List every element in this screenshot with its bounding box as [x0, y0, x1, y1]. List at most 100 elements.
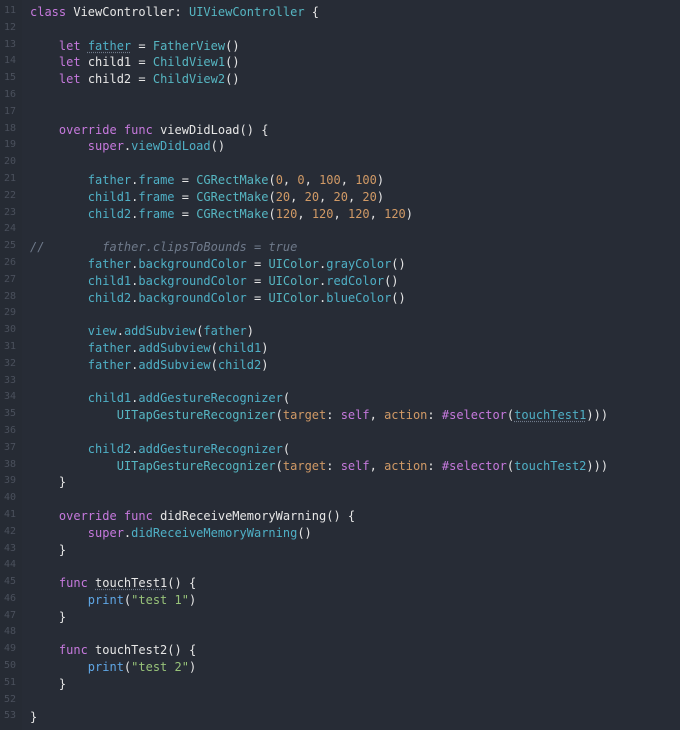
code-token: 0	[276, 173, 283, 187]
code-line[interactable]	[30, 21, 680, 38]
code-line[interactable]	[30, 558, 680, 575]
code-token: addSubview	[138, 358, 210, 372]
code-token: class	[30, 5, 73, 19]
code-token: ()	[225, 55, 239, 69]
line-number: 46	[2, 592, 16, 609]
code-line[interactable]: class ViewController: UIViewController {	[30, 4, 680, 21]
code-line[interactable]: }	[30, 676, 680, 693]
code-token: UIColor	[268, 274, 319, 288]
code-line[interactable]: child1.frame = CGRectMake(20, 20, 20, 20…	[30, 189, 680, 206]
code-line[interactable]: father.addSubview(child2)	[30, 357, 680, 374]
code-line[interactable]: // father.clipsToBounds = true	[30, 239, 680, 256]
code-line[interactable]: super.didReceiveMemoryWarning()	[30, 525, 680, 542]
code-token: () {	[167, 643, 196, 657]
code-editor-content[interactable]: class ViewController: UIViewController {…	[22, 0, 680, 730]
code-token: override func	[59, 123, 160, 137]
code-token: print	[88, 593, 124, 607]
code-token	[30, 341, 88, 355]
code-line[interactable]	[30, 88, 680, 105]
code-line[interactable]: child2.addGestureRecognizer(	[30, 441, 680, 458]
code-token: ,	[334, 207, 348, 221]
code-token	[30, 123, 59, 137]
code-line[interactable]: father.backgroundColor = UIColor.grayCol…	[30, 256, 680, 273]
code-token	[30, 39, 59, 53]
line-number: 45	[2, 575, 16, 592]
code-token: CGRectMake	[196, 173, 268, 187]
code-line[interactable]: }	[30, 542, 680, 559]
code-line[interactable]: UITapGestureRecognizer(target: self, act…	[30, 458, 680, 475]
code-token: "test 2"	[131, 660, 189, 674]
code-line[interactable]: }	[30, 474, 680, 491]
code-token: father	[88, 341, 131, 355]
code-token: () {	[167, 576, 196, 590]
code-line[interactable]	[30, 374, 680, 391]
code-token: frame	[138, 207, 174, 221]
code-line[interactable]	[30, 491, 680, 508]
code-token: 20	[362, 190, 376, 204]
code-line[interactable]: child2.frame = CGRectMake(120, 120, 120,…	[30, 206, 680, 223]
code-line[interactable]	[30, 306, 680, 323]
code-line[interactable]: func touchTest2() {	[30, 642, 680, 659]
code-line[interactable]: print("test 1")	[30, 592, 680, 609]
code-token: ,	[319, 190, 333, 204]
code-token: )	[261, 358, 268, 372]
code-token: :	[427, 408, 441, 422]
code-token: father	[203, 324, 246, 338]
code-token: ,	[370, 459, 384, 473]
code-line[interactable]	[30, 625, 680, 642]
line-number: 20	[2, 155, 16, 172]
code-token: 100	[319, 173, 341, 187]
code-line[interactable]: let child2 = ChildView2()	[30, 71, 680, 88]
code-line[interactable]: child1.backgroundColor = UIColor.redColo…	[30, 273, 680, 290]
code-token: =	[175, 207, 197, 221]
code-token: #selector	[442, 459, 507, 473]
code-token: (	[283, 442, 290, 456]
code-token: ()	[391, 257, 405, 271]
code-line[interactable]	[30, 222, 680, 239]
line-number: 17	[2, 105, 16, 122]
code-token: }	[59, 475, 66, 489]
code-line[interactable]	[30, 693, 680, 710]
code-line[interactable]: }	[30, 709, 680, 726]
code-line[interactable]: print("test 2")	[30, 659, 680, 676]
code-line[interactable]: override func didReceiveMemoryWarning() …	[30, 508, 680, 525]
code-line[interactable]: child1.addGestureRecognizer(	[30, 390, 680, 407]
code-line[interactable]: let child1 = ChildView1()	[30, 54, 680, 71]
code-line[interactable]: father.addSubview(child1)	[30, 340, 680, 357]
line-number: 26	[2, 256, 16, 273]
code-token: (	[211, 358, 218, 372]
line-number: 40	[2, 491, 16, 508]
code-line[interactable]: father.frame = CGRectMake(0, 0, 100, 100…	[30, 172, 680, 189]
code-line[interactable]: }	[30, 609, 680, 626]
code-token	[30, 593, 88, 607]
code-line[interactable]: override func viewDidLoad() {	[30, 122, 680, 139]
code-line[interactable]	[30, 155, 680, 172]
code-line[interactable]: super.viewDidLoad()	[30, 138, 680, 155]
line-number: 36	[2, 424, 16, 441]
code-line[interactable]: child2.backgroundColor = UIColor.blueCol…	[30, 290, 680, 307]
code-token: child1	[218, 341, 261, 355]
code-token: =	[247, 291, 269, 305]
code-token: =	[131, 39, 153, 53]
code-token: ,	[370, 207, 384, 221]
line-number: 25	[2, 239, 16, 256]
code-line[interactable]: func touchTest1() {	[30, 575, 680, 592]
line-number: 39	[2, 474, 16, 491]
code-line[interactable]: view.addSubview(father)	[30, 323, 680, 340]
code-token: ()	[297, 526, 311, 540]
code-token: ()	[211, 139, 225, 153]
code-token: (	[211, 341, 218, 355]
line-number: 30	[2, 323, 16, 340]
code-token: =	[175, 190, 197, 204]
code-line[interactable]: let father = FatherView()	[30, 38, 680, 55]
code-token: override func	[59, 509, 160, 523]
code-line[interactable]	[30, 424, 680, 441]
code-token: let	[59, 72, 88, 86]
code-token: didReceiveMemoryWarning	[131, 526, 297, 540]
code-token: touchTest1	[95, 576, 167, 590]
code-token: target	[283, 459, 326, 473]
code-token: target	[283, 408, 326, 422]
code-line[interactable]	[30, 105, 680, 122]
code-token	[30, 475, 59, 489]
code-line[interactable]: UITapGestureRecognizer(target: self, act…	[30, 407, 680, 424]
